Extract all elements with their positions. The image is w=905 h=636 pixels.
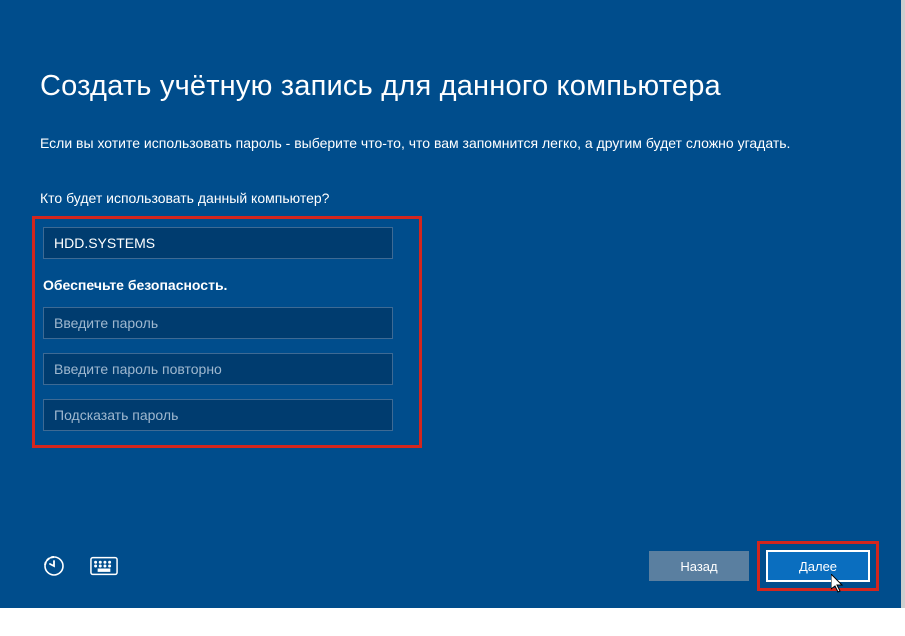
password-input[interactable] xyxy=(43,307,393,339)
next-button-highlight: Далее xyxy=(757,541,879,591)
keyboard-icon[interactable] xyxy=(90,552,118,580)
password-confirm-input[interactable] xyxy=(43,353,393,385)
password-hint-input[interactable] xyxy=(43,399,393,431)
form-highlight: Обеспечьте безопасность. xyxy=(32,216,422,448)
security-section-label: Обеспечьте безопасность. xyxy=(43,277,411,293)
accessibility-toolbar xyxy=(40,552,118,580)
username-input[interactable] xyxy=(43,227,393,259)
page-title: Создать учётную запись для данного компь… xyxy=(40,70,865,103)
next-button-label: Далее xyxy=(799,559,837,574)
window-right-edge xyxy=(901,0,905,608)
user-section-label: Кто будет использовать данный компьютер? xyxy=(40,190,865,206)
back-button[interactable]: Назад xyxy=(649,551,749,581)
page-description: Если вы хотите использовать пароль - выб… xyxy=(40,133,820,154)
cursor-icon xyxy=(831,574,845,594)
next-button[interactable]: Далее xyxy=(766,550,870,582)
ease-of-access-icon[interactable] xyxy=(40,552,68,580)
window-bottom-edge xyxy=(0,608,905,636)
